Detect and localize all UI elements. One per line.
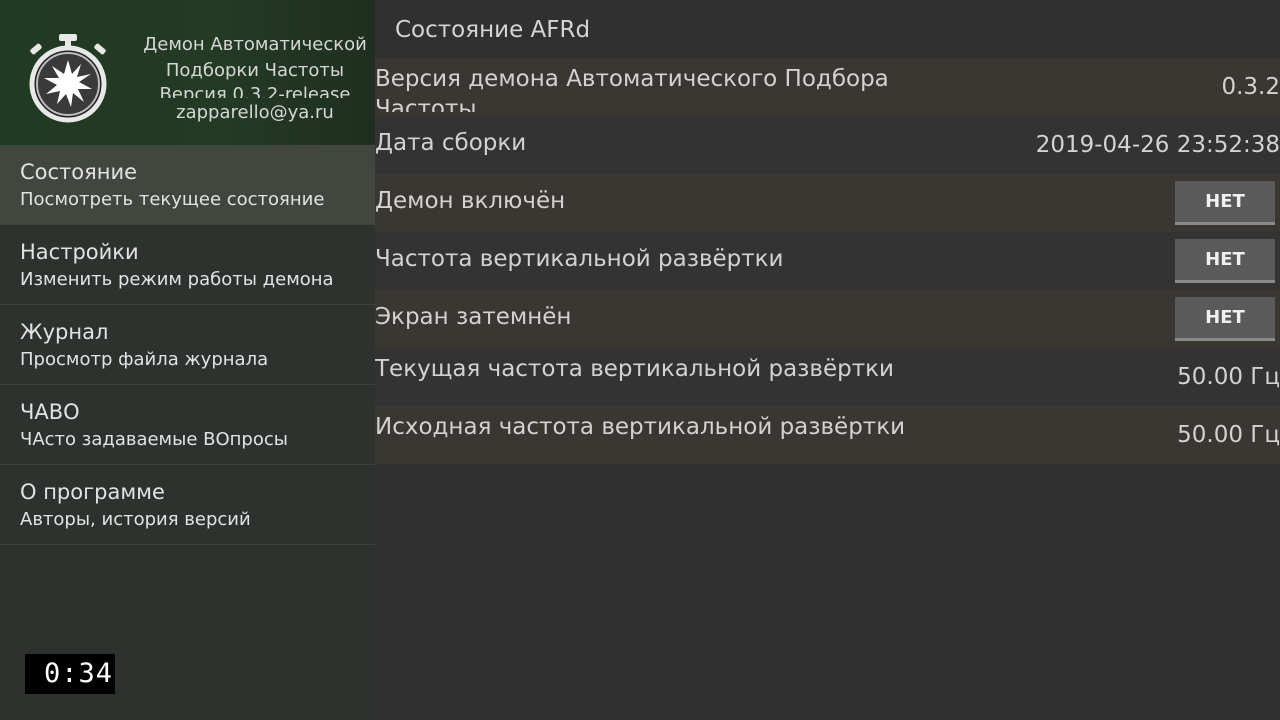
nav-item-subtitle: Просмотр файла журнала (20, 349, 269, 370)
row-label: Экран затемнён (375, 304, 572, 330)
author-email: zapparello@ya.ru (176, 102, 334, 123)
nav-item-title: Настройки (20, 240, 139, 264)
main-panel: Состояние AFRd Версия демона Автоматичес… (375, 0, 1280, 720)
app-version: Версия 0.3.2-release (159, 84, 351, 98)
row-label: Текущая частота вертикальной развёртки (375, 356, 894, 382)
row-label: Версия демона Автоматического Подбора Ча… (375, 66, 889, 112)
row-value: 2019-04-26 23:52:38 (1035, 132, 1280, 158)
row-label: Демон включён (375, 188, 566, 214)
row-label: Частота вертикальной развёртки адаптиров… (375, 246, 784, 278)
nav-item-title: О программе (20, 480, 165, 504)
clock-overlay: 0:34 (25, 654, 115, 694)
nav-item-subtitle: Изменить режим работы демона (20, 269, 334, 290)
status-row-daemon-enabled: Демон включён НЕТ (375, 174, 1280, 232)
screen-blanked-toggle-button[interactable]: НЕТ (1175, 297, 1275, 341)
sidebar: Демон Автоматической Подборки Частоты Ве… (0, 0, 375, 720)
status-row-original-refresh: Исходная частота вертикальной развёртки … (375, 406, 1280, 464)
nav-item-status[interactable]: Состояние Посмотреть текущее состояние (0, 145, 375, 225)
nav-item-subtitle: Посмотреть текущее состояние (20, 189, 325, 210)
nav-item-subtitle: Авторы, история версий (20, 509, 251, 530)
sidebar-header: Демон Автоматической Подборки Частоты Ве… (0, 0, 375, 145)
row-value: 0.3.2 (1221, 74, 1280, 100)
nav-item-title: Журнал (20, 320, 109, 344)
row-value: 50.00 Гц (1177, 422, 1280, 448)
nav-item-title: ЧАВО (20, 400, 80, 424)
nav-item-subtitle: ЧАсто задаваемые ВОпросы (20, 429, 288, 450)
nav-item-faq[interactable]: ЧАВО ЧАсто задаваемые ВОпросы (0, 385, 375, 465)
page-title: Состояние AFRd (395, 17, 591, 43)
status-row-current-refresh: Текущая частота вертикальной развёртки 5… (375, 348, 1280, 406)
row-value: 50.00 Гц (1177, 364, 1280, 390)
daemon-enabled-toggle-button[interactable]: НЕТ (1175, 181, 1275, 225)
nav-list: Состояние Посмотреть текущее состояние Н… (0, 145, 375, 545)
nav-item-settings[interactable]: Настройки Изменить режим работы демона (0, 225, 375, 305)
status-row-screen-blanked: Экран затемнён НЕТ (375, 290, 1280, 348)
status-row-daemon-version: Версия демона Автоматического Подбора Ча… (375, 58, 1280, 116)
nav-item-about[interactable]: О программе Авторы, история версий (0, 465, 375, 545)
nav-item-log[interactable]: Журнал Просмотр файла журнала (0, 305, 375, 385)
nav-item-title: Состояние (20, 160, 138, 184)
refresh-adapted-toggle-button[interactable]: НЕТ (1175, 239, 1275, 283)
status-row-build-date: Дата сборки 2019-04-26 23:52:38 (375, 116, 1280, 174)
stopwatch-burst-icon (29, 34, 107, 123)
status-list: Версия демона Автоматического Подбора Ча… (375, 58, 1280, 464)
status-row-refresh-adapted: Частота вертикальной развёртки адаптиров… (375, 232, 1280, 290)
row-label: Дата сборки (375, 130, 527, 156)
row-label: Исходная частота вертикальной развёртки (375, 414, 906, 440)
